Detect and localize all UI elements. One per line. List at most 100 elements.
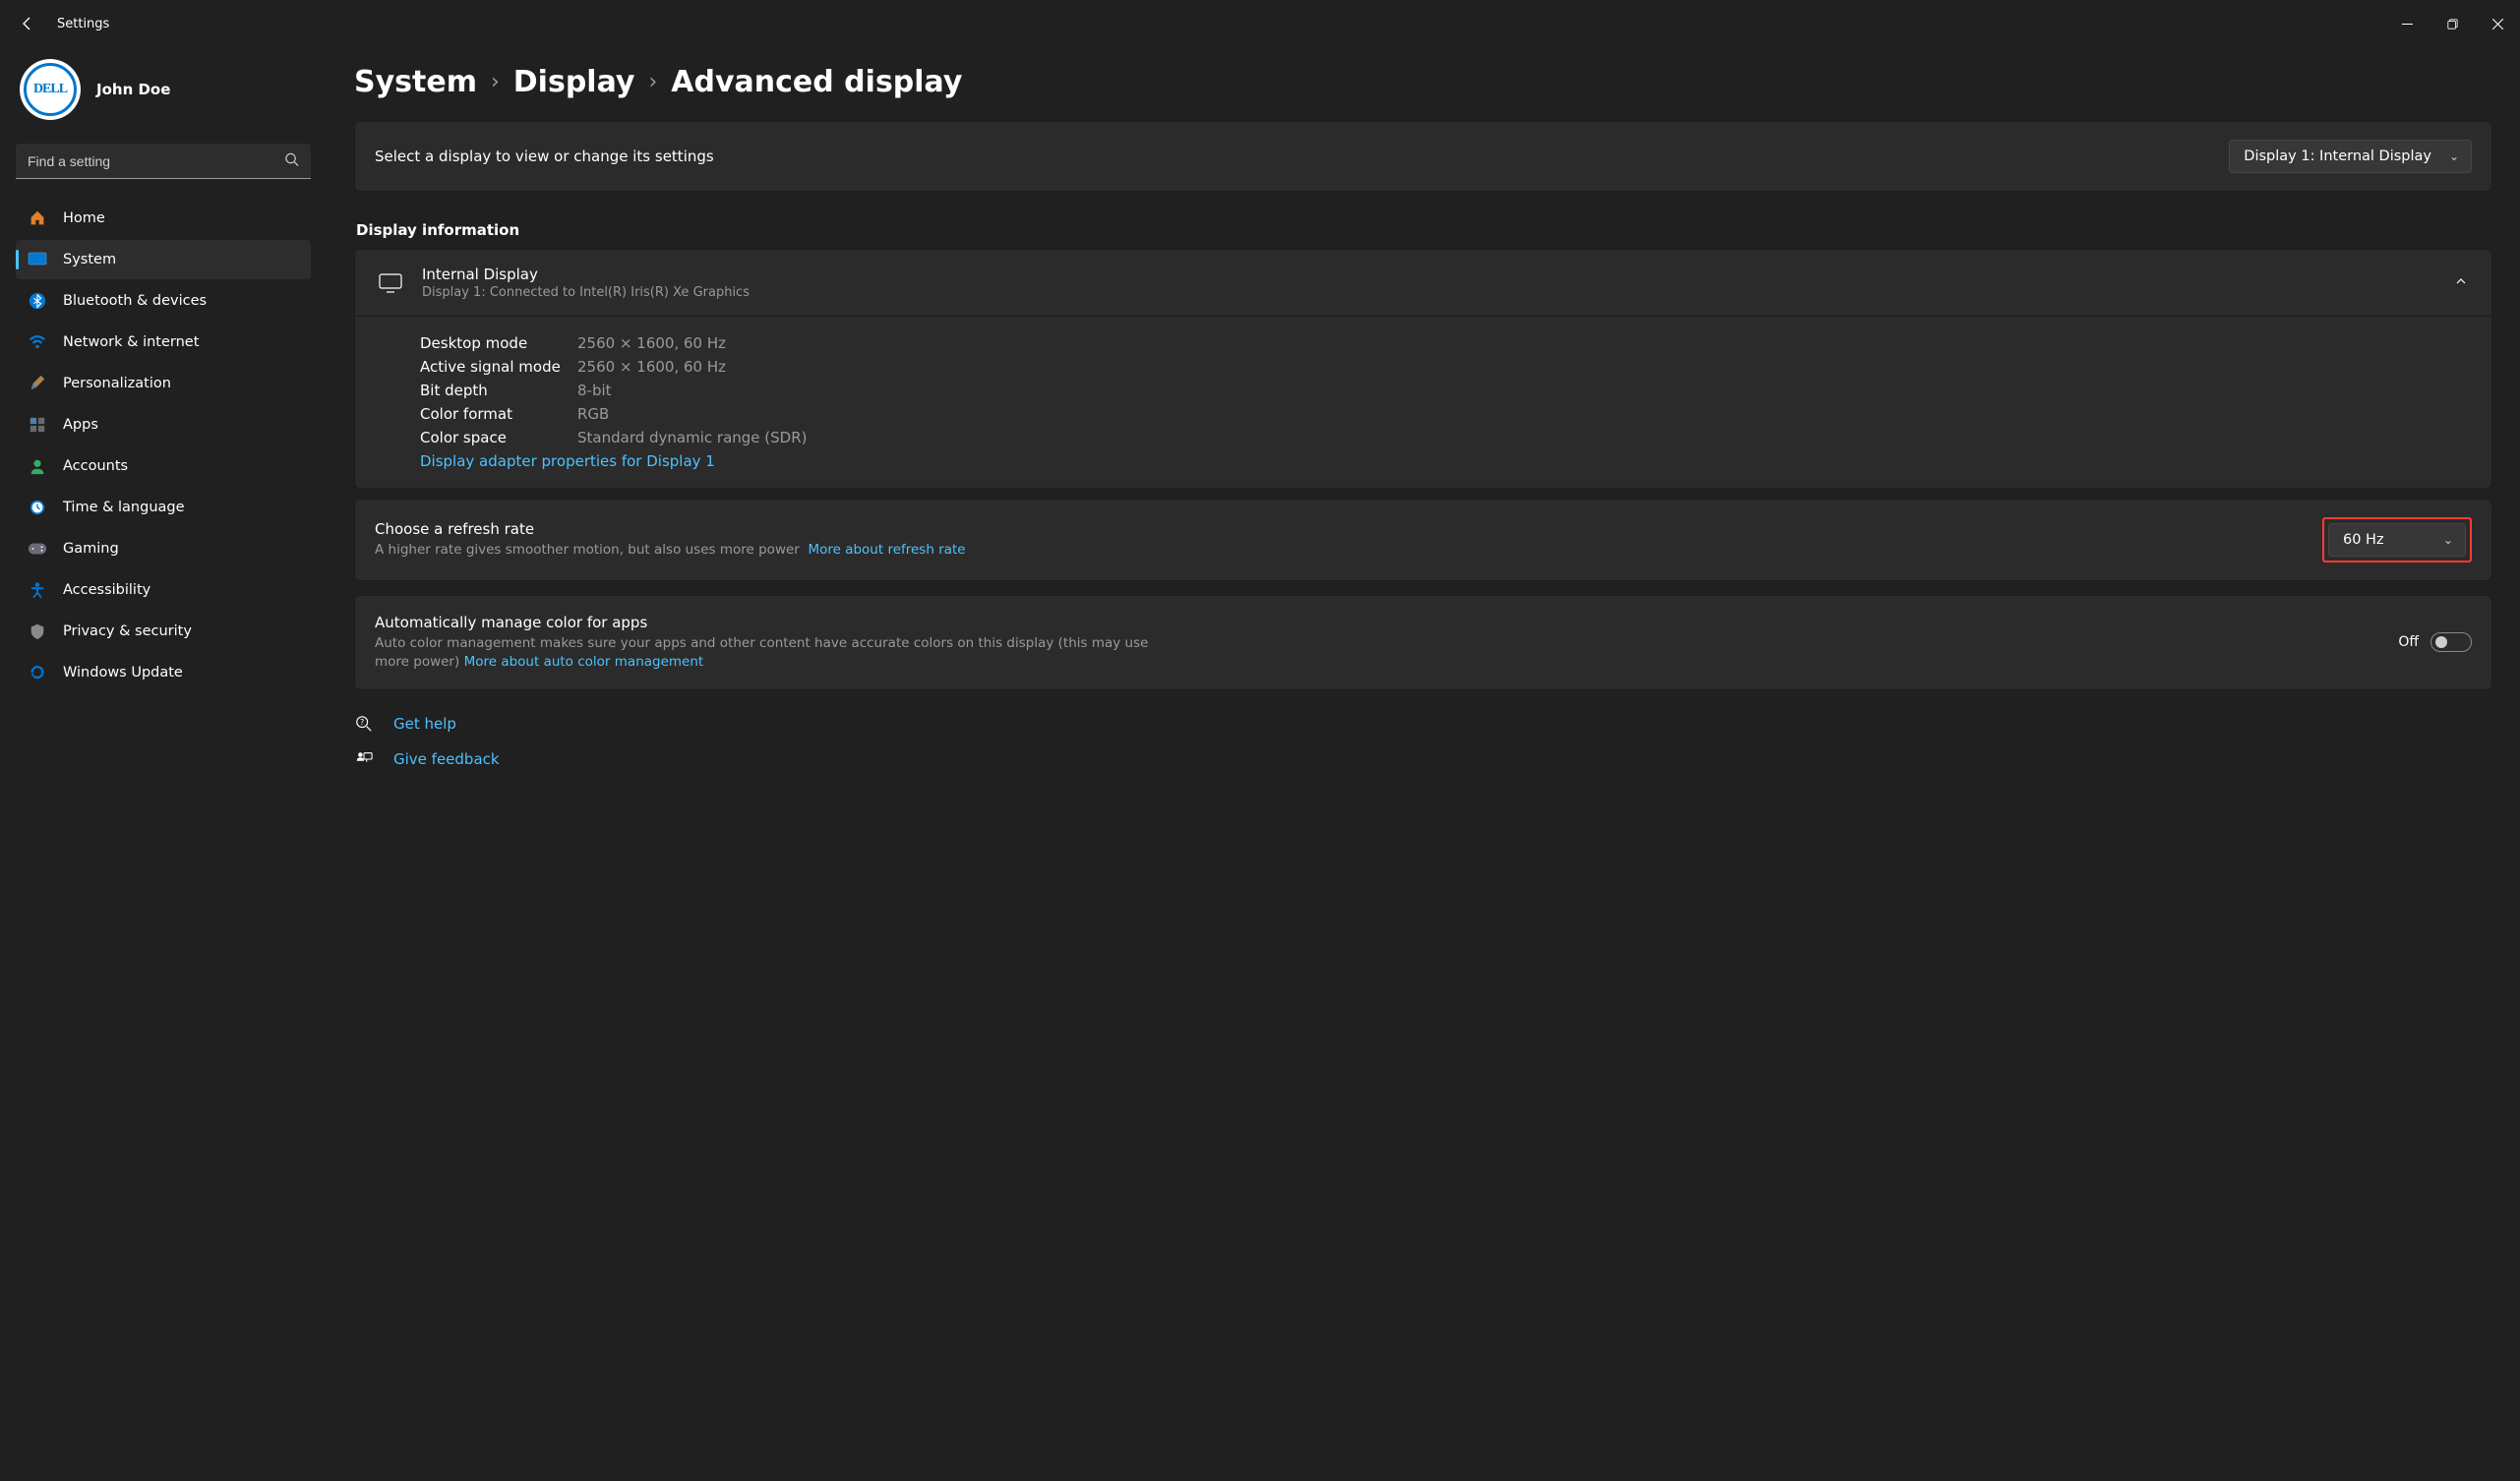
monitor-icon <box>379 271 402 295</box>
time-icon <box>28 498 47 517</box>
gaming-icon <box>28 539 47 559</box>
search-icon <box>284 152 299 171</box>
nav-item-gaming[interactable]: Gaming <box>16 529 311 568</box>
nav-label: Home <box>63 210 105 226</box>
display-info-title: Internal Display <box>422 266 750 283</box>
nav-label: System <box>63 252 116 267</box>
nav-item-update[interactable]: Windows Update <box>16 653 311 692</box>
bluetooth-icon <box>28 291 47 311</box>
info-label: Color space <box>420 429 577 446</box>
nav-item-accounts[interactable]: Accounts <box>16 446 311 486</box>
nav-label: Privacy & security <box>63 623 192 639</box>
personalization-icon <box>28 374 47 393</box>
give-feedback-link[interactable]: Give feedback <box>354 749 2492 769</box>
refresh-rate-card: Choose a refresh rate A higher rate give… <box>354 499 2492 581</box>
auto-color-toggle[interactable] <box>2430 632 2472 652</box>
chevron-down-icon: ⌄ <box>2443 533 2453 547</box>
display-information-heading: Display information <box>356 221 2492 239</box>
info-row-color-space: Color space Standard dynamic range (SDR) <box>420 429 2468 446</box>
user-profile[interactable]: DELL John Doe <box>16 59 311 120</box>
nav: Home System Bluetooth & devices Network … <box>16 199 311 692</box>
auto-color-card: Automatically manage color for apps Auto… <box>354 595 2492 690</box>
breadcrumb-system[interactable]: System <box>354 65 477 99</box>
auto-color-toggle-label: Off <box>2398 634 2419 650</box>
avatar: DELL <box>20 59 81 120</box>
chevron-down-icon: ⌄ <box>2449 149 2459 163</box>
home-icon <box>28 208 47 228</box>
update-icon <box>28 663 47 682</box>
auto-color-title: Automatically manage color for apps <box>375 614 2378 631</box>
privacy-icon <box>28 622 47 641</box>
nav-label: Gaming <box>63 541 119 557</box>
nav-item-apps[interactable]: Apps <box>16 405 311 444</box>
nav-item-network[interactable]: Network & internet <box>16 323 311 362</box>
info-label: Color format <box>420 405 577 423</box>
accessibility-icon <box>28 580 47 600</box>
minimize-button[interactable] <box>2384 0 2430 47</box>
nav-label: Network & internet <box>63 334 199 350</box>
info-value: 2560 × 1600, 60 Hz <box>577 358 726 376</box>
breadcrumb-advanced-display: Advanced display <box>671 65 962 99</box>
close-button[interactable] <box>2475 0 2520 47</box>
nav-item-bluetooth[interactable]: Bluetooth & devices <box>16 281 311 321</box>
search-input[interactable] <box>16 144 311 179</box>
info-value: Standard dynamic range (SDR) <box>577 429 807 446</box>
nav-label: Accessibility <box>63 582 150 598</box>
help-icon: ? <box>354 714 374 734</box>
more-about-auto-color-link[interactable]: More about auto color management <box>464 654 704 670</box>
nav-item-privacy[interactable]: Privacy & security <box>16 612 311 651</box>
chevron-up-icon <box>2454 274 2468 292</box>
avatar-logo: DELL <box>24 63 77 116</box>
maximize-button[interactable] <box>2430 0 2475 47</box>
feedback-icon <box>354 749 374 769</box>
refresh-rate-highlight: 60 Hz ⌄ <box>2322 517 2472 563</box>
info-row-color-format: Color format RGB <box>420 405 2468 423</box>
nav-label: Bluetooth & devices <box>63 293 207 309</box>
nav-item-accessibility[interactable]: Accessibility <box>16 570 311 610</box>
network-icon <box>28 332 47 352</box>
select-display-card: Select a display to view or change its s… <box>354 121 2492 192</box>
window-title: Settings <box>57 17 109 31</box>
nav-item-system[interactable]: System <box>16 240 311 279</box>
info-label: Bit depth <box>420 382 577 399</box>
breadcrumb-display[interactable]: Display <box>513 65 635 99</box>
nav-label: Personalization <box>63 376 171 391</box>
svg-text:?: ? <box>360 717 364 727</box>
footer-links: ? Get help Give feedback <box>354 714 2492 769</box>
display-selector-value: Display 1: Internal Display <box>2244 148 2431 164</box>
display-info-body: Desktop mode 2560 × 1600, 60 Hz Active s… <box>355 316 2491 488</box>
nav-label: Accounts <box>63 458 128 474</box>
chevron-right-icon: › <box>648 70 657 94</box>
get-help-link[interactable]: ? Get help <box>354 714 2492 734</box>
info-label: Desktop mode <box>420 334 577 352</box>
chevron-right-icon: › <box>491 70 500 94</box>
main-content: System › Display › Advanced display Sele… <box>327 47 2520 1481</box>
refresh-rate-subtitle: A higher rate gives smoother motion, but… <box>375 541 1181 560</box>
display-info-card: Internal Display Display 1: Connected to… <box>354 249 2492 489</box>
give-feedback-label: Give feedback <box>393 750 500 768</box>
nav-item-time[interactable]: Time & language <box>16 488 311 527</box>
display-adapter-properties-link[interactable]: Display adapter properties for Display 1 <box>420 452 715 470</box>
more-about-refresh-rate-link[interactable]: More about refresh rate <box>808 542 965 558</box>
refresh-rate-title: Choose a refresh rate <box>375 520 2303 538</box>
display-info-subtitle: Display 1: Connected to Intel(R) Iris(R)… <box>422 285 750 300</box>
nav-label: Apps <box>63 417 98 433</box>
accounts-icon <box>28 456 47 476</box>
info-row-bit-depth: Bit depth 8-bit <box>420 382 2468 399</box>
info-value: RGB <box>577 405 609 423</box>
get-help-label: Get help <box>393 715 456 733</box>
info-value: 2560 × 1600, 60 Hz <box>577 334 726 352</box>
nav-item-home[interactable]: Home <box>16 199 311 238</box>
nav-label: Time & language <box>63 500 185 515</box>
nav-label: Windows Update <box>63 665 183 681</box>
nav-item-personalization[interactable]: Personalization <box>16 364 311 403</box>
refresh-rate-dropdown[interactable]: 60 Hz ⌄ <box>2328 523 2466 557</box>
user-name: John Doe <box>96 81 170 98</box>
system-icon <box>28 250 47 269</box>
info-row-signal-mode: Active signal mode 2560 × 1600, 60 Hz <box>420 358 2468 376</box>
display-selector-dropdown[interactable]: Display 1: Internal Display ⌄ <box>2229 140 2472 173</box>
back-button[interactable] <box>20 16 35 31</box>
display-info-header[interactable]: Internal Display Display 1: Connected to… <box>355 250 2491 316</box>
sidebar: DELL John Doe Home System Bluetooth & de… <box>0 47 327 1481</box>
apps-icon <box>28 415 47 435</box>
